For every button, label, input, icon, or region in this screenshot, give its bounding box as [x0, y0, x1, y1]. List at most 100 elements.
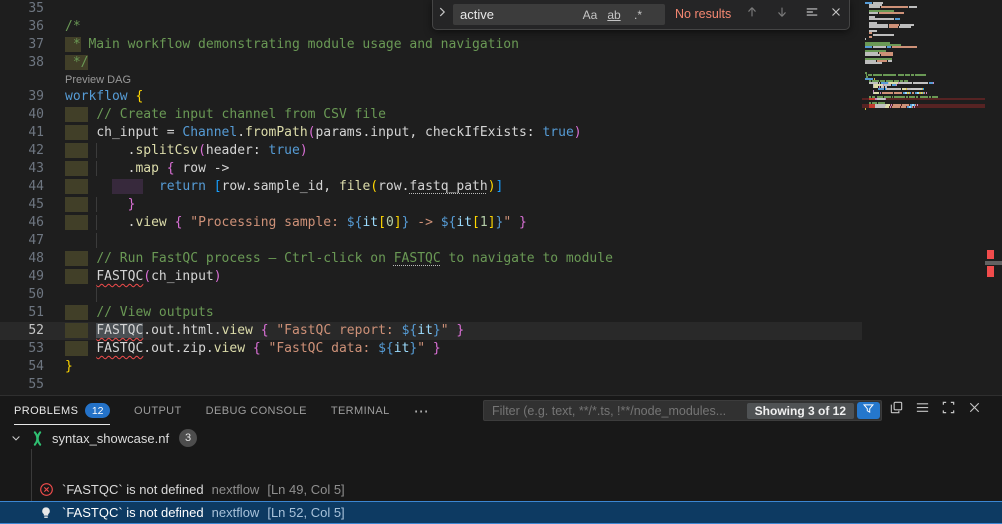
find-input-field[interactable]: Aa ab .*	[453, 4, 665, 25]
collapse-all-button[interactable]	[912, 399, 933, 421]
code-line[interactable]: 50	[0, 286, 862, 304]
match-case-icon[interactable]: Aa	[578, 8, 602, 22]
problem-source: nextflow	[212, 482, 260, 497]
code-line[interactable]: 52 FASTQC.out.html.view { "FastQC report…	[0, 322, 862, 340]
filter-results-badge: Showing 3 of 12	[747, 403, 854, 419]
problem-row[interactable]: `FASTQC` is not definednextflow[Ln 52, C…	[0, 501, 1002, 524]
problems-file-group[interactable]: syntax_showcase.nf 3	[0, 427, 1002, 449]
problems-filter: Showing 3 of 12	[483, 400, 882, 421]
line-content: .view { "Processing sample: ${it[0]} -> …	[65, 214, 527, 232]
line-number[interactable]: 38	[0, 54, 44, 72]
line-number[interactable]: 41	[0, 124, 44, 142]
line-number[interactable]: 51	[0, 304, 44, 322]
line-number[interactable]: 49	[0, 268, 44, 286]
code-line[interactable]: 51 // View outputs	[0, 304, 862, 322]
line-number[interactable]: 54	[0, 358, 44, 376]
more-actions-icon[interactable]: ⋯	[414, 402, 429, 420]
code-line[interactable]: 38 */	[0, 54, 862, 72]
next-match-button[interactable]	[771, 4, 793, 25]
line-number[interactable]: 35	[0, 0, 44, 18]
problems-file-name: syntax_showcase.nf	[52, 431, 169, 446]
tab-label: PROBLEMS	[14, 405, 78, 417]
line-number[interactable]: 40	[0, 106, 44, 124]
line-number[interactable]: 36	[0, 18, 44, 36]
line-content: FASTQC.out.zip.view { "FastQC data: ${it…	[65, 340, 441, 358]
find-results-label: No results	[675, 7, 731, 21]
tab-terminal[interactable]: TERMINAL	[331, 396, 390, 425]
arrow-up-icon	[745, 5, 759, 24]
code-line[interactable]: 53 FASTQC.out.zip.view { "FastQC data: $…	[0, 340, 862, 358]
line-content: .map { row ->	[65, 160, 229, 178]
lightbulb-icon	[38, 505, 54, 521]
tab-debug-console[interactable]: DEBUG CONSOLE	[206, 396, 307, 425]
line-number[interactable]: 45	[0, 196, 44, 214]
find-in-selection-button[interactable]	[801, 4, 823, 25]
problem-row[interactable]: `FASTQC` is not definednextflow[Ln 49, C…	[0, 478, 1002, 501]
tab-problems[interactable]: PROBLEMS12	[14, 396, 110, 425]
code-line[interactable]: 54}	[0, 358, 862, 376]
close-find-button[interactable]	[825, 4, 847, 25]
line-number[interactable]: 37	[0, 36, 44, 54]
find-in-selection-icon	[805, 5, 819, 24]
line-content: }	[65, 358, 73, 376]
chevron-down-icon	[8, 430, 24, 446]
code-line[interactable]: 49 FASTQC(ch_input)	[0, 268, 862, 286]
overview-ruler[interactable]	[985, 0, 1002, 395]
code-line[interactable]: 40 // Create input channel from CSV file	[0, 106, 862, 124]
view-as-table-button[interactable]	[886, 399, 907, 421]
vscode-window: 3536/*37 * Main workflow demonstrating m…	[0, 0, 1002, 524]
line-content: }	[65, 196, 135, 214]
code-line[interactable]: 55	[0, 376, 862, 394]
code-line[interactable]: 45 }	[0, 196, 862, 214]
code-line[interactable]: 44 return [row.sample_id, file(row.fastq…	[0, 178, 862, 196]
codelens-preview-dag[interactable]: Preview DAG	[65, 72, 131, 88]
code-lines: 3536/*37 * Main workflow demonstrating m…	[0, 0, 862, 394]
code-line[interactable]: 41 ch_input = Channel.fromPath(params.in…	[0, 124, 862, 142]
tab-output[interactable]: OUTPUT	[134, 396, 182, 425]
problem-message: `FASTQC` is not defined	[62, 505, 204, 520]
line-number[interactable]: 48	[0, 250, 44, 268]
line-number[interactable]: 43	[0, 160, 44, 178]
line-content: * Main workflow demonstrating module usa…	[65, 36, 519, 54]
whole-word-icon[interactable]: ab	[602, 8, 626, 22]
code-editor[interactable]: 3536/*37 * Main workflow demonstrating m…	[0, 0, 1002, 395]
toggle-replace-button[interactable]	[433, 0, 451, 29]
code-line[interactable]: 43 .map { row ->	[0, 160, 862, 178]
code-line[interactable]: 39workflow {	[0, 88, 862, 106]
line-number[interactable]: 44	[0, 178, 44, 196]
code-line[interactable]: 46 .view { "Processing sample: ${it[0]} …	[0, 214, 862, 232]
maximize-panel-button[interactable]	[938, 399, 959, 421]
line-content: FASTQC.out.html.view { "FastQC report: $…	[65, 322, 464, 340]
code-line[interactable]: 48 // Run FastQC process – Ctrl-click on…	[0, 250, 862, 268]
line-number[interactable]: 53	[0, 340, 44, 358]
line-number[interactable]: 46	[0, 214, 44, 232]
close-panel-button[interactable]	[964, 399, 985, 421]
close-icon	[967, 400, 982, 420]
line-number[interactable]: 55	[0, 376, 44, 394]
line-content	[65, 286, 104, 304]
filter-button[interactable]	[857, 402, 880, 419]
ruler-cursor-mark	[985, 261, 1002, 265]
code-line[interactable]: 42 .splitCsv(header: true)	[0, 142, 862, 160]
problems-tree: syntax_showcase.nf 3 `FASTQC` is not def…	[0, 425, 1002, 524]
code-line[interactable]: 37 * Main workflow demonstrating module …	[0, 36, 862, 54]
line-number[interactable]: 39	[0, 88, 44, 106]
problems-filter-input[interactable]	[484, 404, 747, 418]
line-number[interactable]: 52	[0, 322, 44, 340]
close-icon	[829, 5, 843, 24]
line-content: FASTQC(ch_input)	[65, 268, 222, 286]
ruler-error-mark	[987, 266, 994, 277]
code-line[interactable]: 47	[0, 232, 862, 250]
line-content: // Run FastQC process – Ctrl-click on FA…	[65, 250, 613, 268]
tab-label: DEBUG CONSOLE	[206, 405, 307, 417]
regex-icon[interactable]: .*	[626, 8, 650, 22]
find-input[interactable]	[453, 7, 578, 22]
problem-location: [Ln 49, Col 5]	[267, 482, 344, 497]
line-number[interactable]: 47	[0, 232, 44, 250]
previous-match-button[interactable]	[741, 4, 763, 25]
tab-label: TERMINAL	[331, 405, 390, 417]
minimap[interactable]	[862, 0, 985, 395]
view-as-table-icon	[889, 400, 904, 420]
line-number[interactable]: 50	[0, 286, 44, 304]
line-number[interactable]: 42	[0, 142, 44, 160]
